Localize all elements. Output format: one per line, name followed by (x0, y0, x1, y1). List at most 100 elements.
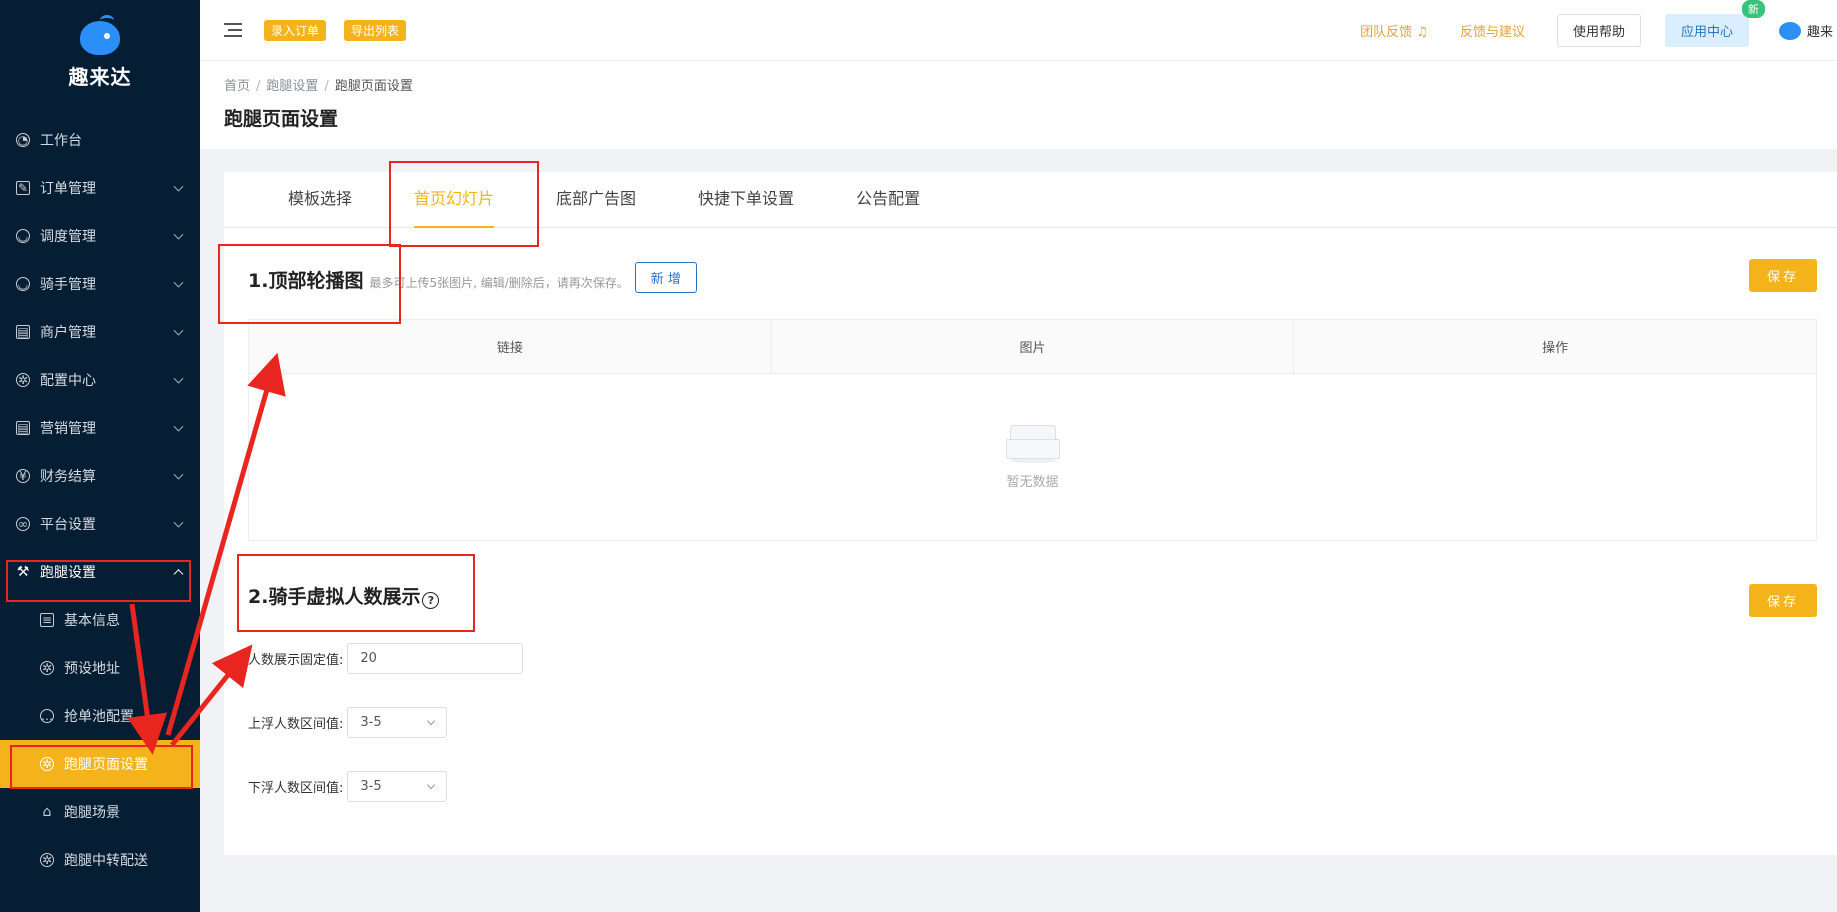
tab-home-slides[interactable]: 首页幻灯片 (414, 171, 495, 228)
section-virtual-count-header: 2.骑手虚拟人数展示 ? (248, 582, 440, 609)
form-row-up: 上浮人数区间值: 3-5 (248, 707, 448, 738)
sidebar-subitem-errand-page-settings[interactable]: ✲ 跑腿页面设置 (0, 740, 200, 788)
feedback-link[interactable]: 反馈与建议 (1460, 21, 1525, 40)
sidebar-menu: ◔ 工作台 ✎ 订单管理 ◡ 调度管理 ◡ 骑手管理 ▤ 商户管理 ✲ 配置中心 (0, 116, 200, 884)
carousel-table: 链接 图片 操作 暂无数据 (248, 319, 1817, 541)
empty-inbox-icon (1005, 424, 1060, 463)
sidebar-item-label: 财务结算 (40, 469, 96, 485)
help-button[interactable]: 使用帮助 (1556, 14, 1641, 47)
down-range-select[interactable]: 3-5 (347, 771, 448, 802)
brand-name: 趣来达 (68, 64, 132, 89)
breadcrumb-home[interactable]: 首页 (224, 79, 250, 94)
home-icon: ⌂ (42, 804, 52, 820)
chevron-down-icon (173, 325, 184, 336)
chat-icon: … (40, 709, 54, 723)
chevron-up-icon (173, 569, 184, 580)
add-button[interactable]: 新 增 (634, 262, 697, 293)
chevron-down-icon (427, 780, 436, 790)
sidebar-item-label: 平台设置 (40, 517, 96, 533)
team-feedback-link[interactable]: 团队反馈 ♫ (1360, 21, 1428, 40)
avatar[interactable] (1779, 21, 1801, 40)
gear-icon: ✲ (40, 661, 54, 675)
menu-collapse-icon[interactable] (224, 23, 242, 37)
tab-quick-order[interactable]: 快捷下单设置 (698, 171, 794, 227)
export-list-button[interactable]: 导出列表 (344, 19, 407, 41)
shop-icon: ▤ (16, 421, 30, 435)
section-hint: 最多可上传5张图片, 编辑/删除后，请再次保存。 (369, 276, 629, 290)
top-right-actions: 团队反馈 ♫ 反馈与建议 使用帮助 应用中心 新 趣来 (1360, 0, 1837, 61)
form-row-down: 下浮人数区间值: 3-5 (248, 771, 448, 802)
column-header-link: 链接 (249, 320, 772, 373)
bell-icon: ♫ (1416, 25, 1428, 40)
gear-icon: ✲ (40, 757, 54, 771)
breadcrumb-errand-settings[interactable]: 跑腿设置 (266, 79, 318, 94)
fixed-count-input[interactable]: 20 (347, 643, 524, 674)
sidebar-item-label: 基本信息 (64, 613, 120, 629)
top-bar: 录入订单 导出列表 团队反馈 ♫ 反馈与建议 使用帮助 应用中心 新 趣来 (200, 0, 1837, 61)
sidebar-item-label: 骑手管理 (40, 277, 96, 293)
sidebar-subitem-preset-address[interactable]: ✲ 预设地址 (0, 644, 200, 692)
section-title: 2.骑手虚拟人数展示 (248, 586, 421, 608)
select-value: 3-5 (360, 779, 382, 794)
sidebar-item-label: 订单管理 (40, 181, 96, 197)
question-circle-icon[interactable]: ? (422, 592, 440, 609)
form-label: 人数展示固定值: (248, 653, 344, 668)
sidebar-item-errand-settings[interactable]: ⚒ 跑腿设置 (0, 548, 200, 596)
sidebar-item-dashboard[interactable]: ◔ 工作台 (0, 116, 200, 164)
document-icon: ≡ (40, 613, 54, 627)
chevron-down-icon (173, 373, 184, 384)
sidebar-item-orders[interactable]: ✎ 订单管理 (0, 164, 200, 212)
sidebar-subitem-errand-scenes[interactable]: ⌂ 跑腿场景 (0, 788, 200, 836)
save-button[interactable]: 保存 (1748, 259, 1817, 292)
sidebar-item-riders[interactable]: ◡ 骑手管理 (0, 260, 200, 308)
section-carousel-header: 1.顶部轮播图 最多可上传5张图片, 编辑/删除后，请再次保存。 新 增 (248, 262, 697, 293)
breadcrumb-current: 跑腿页面设置 (334, 79, 413, 94)
save-button[interactable]: 保存 (1748, 584, 1817, 617)
tabs: 模板选择 首页幻灯片 底部广告图 快捷下单设置 公告配置 (224, 172, 1837, 228)
breadcrumb: 首页 / 跑腿设置 / 跑腿页面设置 (224, 79, 413, 94)
tab-bottom-ad[interactable]: 底部广告图 (556, 171, 636, 227)
sidebar-item-label: 跑腿中转配送 (64, 853, 148, 869)
page-title: 跑腿页面设置 (224, 108, 339, 130)
form-label: 下浮人数区间值: (248, 781, 344, 796)
chevron-down-icon (173, 181, 184, 192)
wechat-icon: ∞ (16, 517, 30, 531)
whale-logo-icon (80, 14, 120, 55)
edit-icon: ✎ (16, 181, 30, 195)
up-range-select[interactable]: 3-5 (347, 707, 448, 738)
sidebar-subitem-basic-info[interactable]: ≡ 基本信息 (0, 596, 200, 644)
form-row-fixed: 人数展示固定值: 20 (248, 643, 524, 674)
app-center-button[interactable]: 应用中心 新 (1664, 0, 1765, 47)
tab-template[interactable]: 模板选择 (288, 171, 352, 227)
sidebar: 趣来达 ◔ 工作台 ✎ 订单管理 ◡ 调度管理 ◡ 骑手管理 ▤ 商户管理 ✲ (0, 0, 200, 912)
chevron-down-icon (173, 277, 184, 288)
sidebar-item-config[interactable]: ✲ 配置中心 (0, 356, 200, 404)
import-order-button[interactable]: 录入订单 (264, 19, 327, 41)
sidebar-item-platform[interactable]: ∞ 平台设置 (0, 500, 200, 548)
brand-logo[interactable]: 趣来达 (0, 0, 200, 110)
user-name[interactable]: 趣来 (1807, 21, 1837, 40)
chevron-down-icon (173, 469, 184, 480)
chevron-down-icon (173, 517, 184, 528)
sidebar-item-merchants[interactable]: ▤ 商户管理 (0, 308, 200, 356)
gear-icon: ✲ (40, 853, 54, 867)
tab-announcement[interactable]: 公告配置 (856, 171, 920, 227)
sidebar-item-dispatch[interactable]: ◡ 调度管理 (0, 212, 200, 260)
sidebar-subitem-order-pool[interactable]: … 抢单池配置 (0, 692, 200, 740)
sidebar-item-label: 跑腿场景 (64, 805, 120, 821)
user-icon: ◡ (16, 229, 30, 243)
sidebar-item-finance[interactable]: ¥ 财务结算 (0, 452, 200, 500)
sidebar-item-label: 商户管理 (40, 325, 96, 341)
team-feedback-label: 团队反馈 (1360, 25, 1413, 40)
sidebar-item-label: 跑腿设置 (40, 565, 96, 581)
page-header: 首页 / 跑腿设置 / 跑腿页面设置 跑腿页面设置 (200, 61, 1837, 149)
sidebar-item-label: 调度管理 (40, 229, 96, 245)
sidebar-item-marketing[interactable]: ▤ 营销管理 (0, 404, 200, 452)
column-header-actions: 操作 (1542, 341, 1569, 356)
sidebar-item-label: 抢单池配置 (64, 709, 134, 725)
chevron-down-icon (427, 716, 436, 726)
empty-state: 暂无数据 (249, 374, 1816, 540)
sidebar-subitem-transfer-delivery[interactable]: ✲ 跑腿中转配送 (0, 836, 200, 884)
column-header-image: 图片 (772, 320, 1295, 373)
section-title: 1.顶部轮播图 (248, 270, 364, 292)
